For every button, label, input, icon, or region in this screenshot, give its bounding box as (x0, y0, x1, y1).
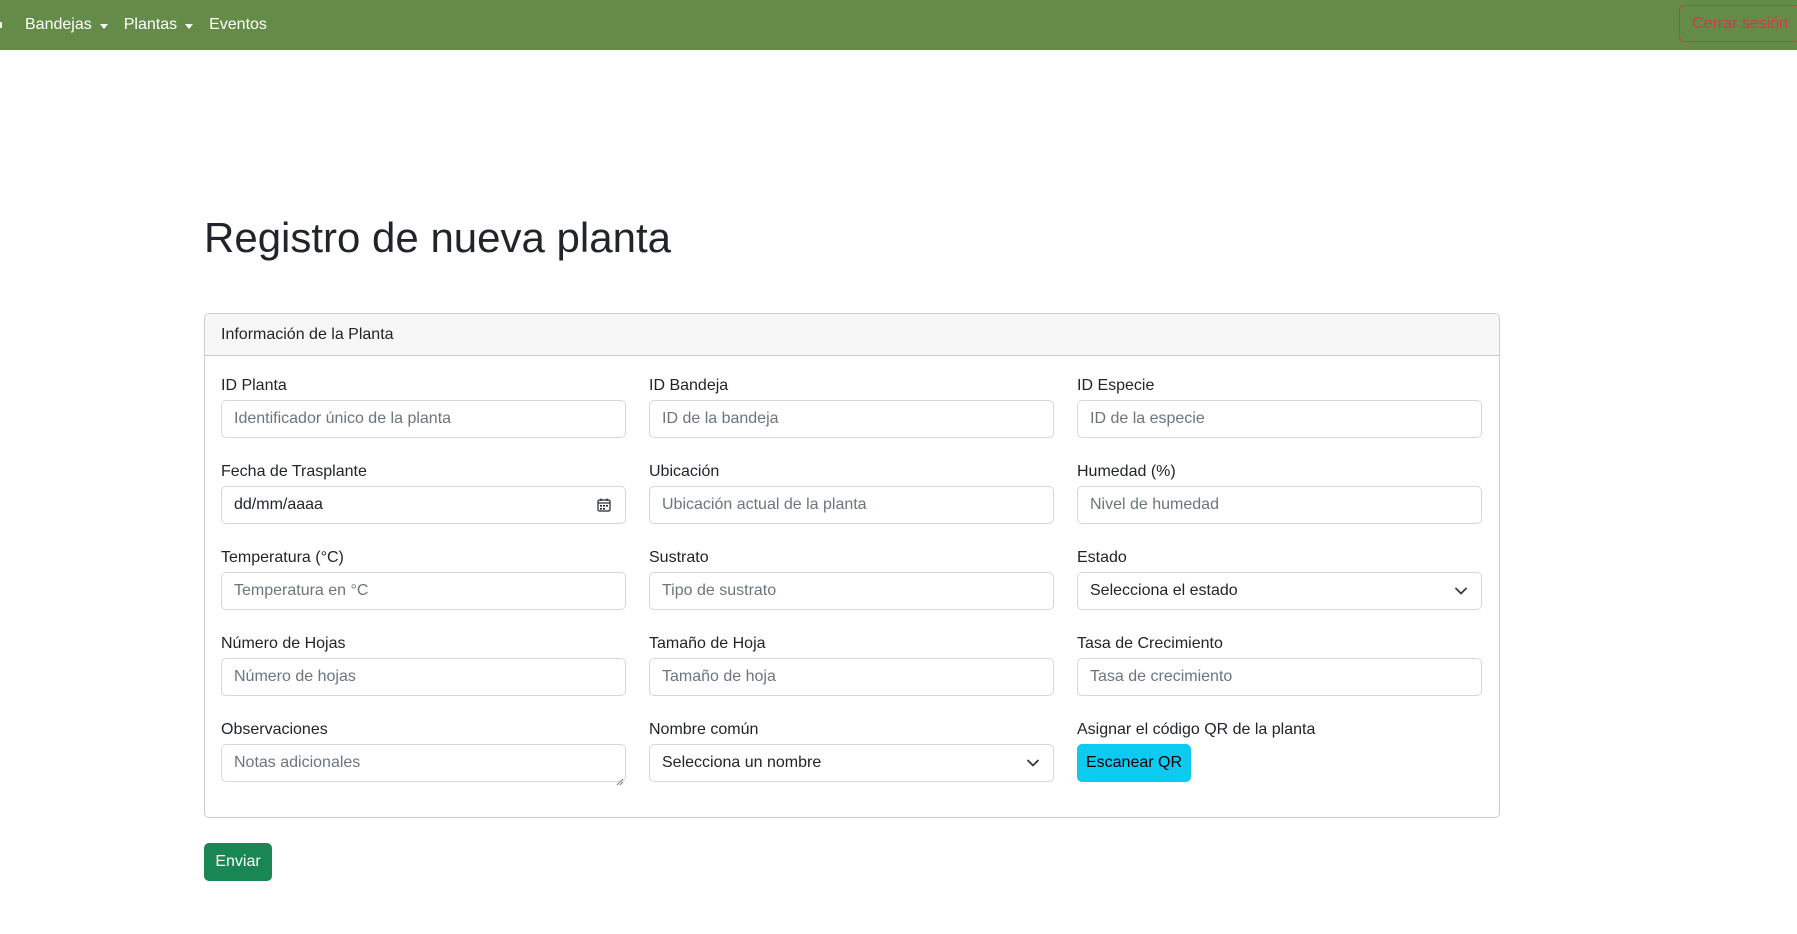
field-temperatura: Temperatura (°C) (221, 548, 626, 634)
field-label: Tasa de Crecimiento (1077, 635, 1223, 652)
field-humedad: Humedad (%) (1077, 462, 1482, 548)
resize-grip-icon[interactable] (616, 778, 624, 786)
id-bandeja-input[interactable] (649, 400, 1054, 438)
form-grid: ID Planta ID Bandeja ID Especie Fecha de… (221, 376, 1482, 806)
field-sustrato: Sustrato (649, 548, 1054, 634)
field-label: Tamaño de Hoja (649, 635, 766, 652)
field-tasa-crecimiento: Tasa de Crecimiento (1077, 634, 1482, 720)
date-value: dd/mm/aaaa (234, 496, 323, 513)
field-label: Temperatura (°C) (221, 549, 344, 566)
field-observaciones: Observaciones (221, 720, 626, 806)
submit-button[interactable]: Enviar (204, 843, 272, 881)
field-label: Observaciones (221, 721, 328, 738)
tasa-crecimiento-input[interactable] (1077, 658, 1482, 696)
select-value: Selecciona el estado (1090, 582, 1238, 599)
scan-qr-button[interactable]: Escanear QR (1077, 744, 1191, 782)
chevron-down-icon (1027, 759, 1039, 767)
field-label: ID Especie (1077, 377, 1155, 394)
field-tamano-hoja: Tamaño de Hoja (649, 634, 1054, 720)
nav-item-bandejas[interactable]: Bandejas (25, 16, 108, 34)
field-estado: Estado Selecciona el estado (1077, 548, 1482, 634)
id-planta-input[interactable] (221, 400, 626, 438)
brand-edge-glyph (0, 20, 6, 30)
field-label: Número de Hojas (221, 635, 346, 652)
nav-item-label: Bandejas (25, 16, 92, 33)
chevron-down-icon (1455, 587, 1467, 595)
field-label: ID Bandeja (649, 377, 729, 394)
plant-info-card: Información de la Planta ID Planta ID Ba… (204, 313, 1500, 818)
field-id-bandeja: ID Bandeja (649, 376, 1054, 462)
sustrato-input[interactable] (649, 572, 1054, 610)
field-label: Nombre común (649, 721, 759, 738)
id-especie-input[interactable] (1077, 400, 1482, 438)
field-label: Estado (1077, 549, 1127, 566)
nombre-comun-select[interactable]: Selecciona un nombre (649, 744, 1054, 782)
field-label: Sustrato (649, 549, 709, 566)
top-navbar: Bandejas Plantas Eventos Cerrar sesión (0, 0, 1797, 50)
field-label: Humedad (%) (1077, 463, 1176, 480)
field-qr: Asignar el código QR de la planta Escane… (1077, 720, 1482, 806)
calendar-icon[interactable] (597, 498, 611, 512)
tamano-hoja-input[interactable] (649, 658, 1054, 696)
caret-down-icon (185, 23, 194, 29)
select-value: Selecciona un nombre (662, 754, 822, 771)
observaciones-textarea[interactable] (221, 744, 626, 782)
caret-down-icon (99, 23, 108, 29)
logout-button[interactable]: Cerrar sesión (1679, 5, 1797, 42)
temperatura-input[interactable] (221, 572, 626, 610)
nav-item-label: Plantas (123, 16, 178, 33)
field-ubicacion: Ubicación (649, 462, 1054, 548)
field-fecha-trasplante: Fecha de Trasplante dd/mm/aaaa (221, 462, 626, 548)
nav-links: Bandejas Plantas Eventos (25, 0, 283, 50)
field-label: Fecha de Trasplante (221, 463, 367, 480)
nav-item-plantas[interactable]: Plantas (123, 16, 194, 34)
field-nombre-comun: Nombre común Selecciona un nombre (649, 720, 1054, 806)
numero-hojas-input[interactable] (221, 658, 626, 696)
field-label: Asignar el código QR de la planta (1077, 721, 1316, 738)
nav-item-eventos[interactable]: Eventos (209, 16, 267, 34)
fecha-date-input[interactable]: dd/mm/aaaa (221, 486, 626, 524)
card-header: Información de la Planta (205, 314, 1499, 356)
estado-select[interactable]: Selecciona el estado (1077, 572, 1482, 610)
ubicacion-input[interactable] (649, 486, 1054, 524)
humedad-input[interactable] (1077, 486, 1482, 524)
field-id-especie: ID Especie (1077, 376, 1482, 462)
field-label: ID Planta (221, 377, 287, 394)
page-title: Registro de nueva planta (204, 214, 671, 261)
field-numero-hojas: Número de Hojas (221, 634, 626, 720)
field-label: Ubicación (649, 463, 720, 480)
field-id-planta: ID Planta (221, 376, 626, 462)
nav-item-label: Eventos (209, 16, 267, 33)
